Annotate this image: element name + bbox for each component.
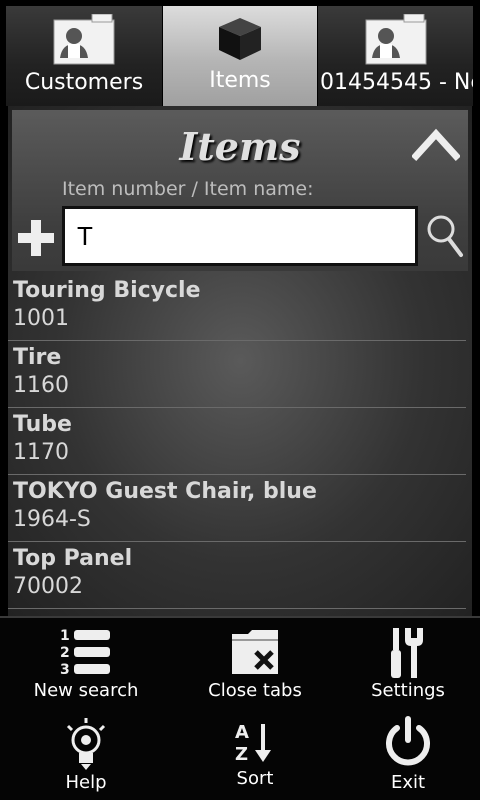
list-item[interactable]: Touring Bicycle 1001 [8, 274, 466, 341]
item-name: TOKYO Guest Chair, blue [13, 479, 317, 504]
list-item[interactable]: Tube 1170 [8, 408, 466, 475]
tab-label: 01454545 - Ne [320, 70, 473, 95]
contact-card-icon [364, 13, 428, 70]
search-icon[interactable] [426, 214, 464, 258]
search-field-label: Item number / Item name: [62, 178, 314, 200]
tab-label: Customers [24, 70, 144, 95]
close-folder-icon [232, 630, 278, 674]
item-number: 1001 [13, 306, 69, 331]
item-number: 1964-S [13, 507, 91, 532]
item-name: Tube [13, 412, 72, 437]
settings-button[interactable]: Settings [328, 618, 480, 708]
chevron-up-icon[interactable] [411, 124, 461, 164]
sort-button[interactable]: A Z Sort [175, 710, 335, 800]
items-panel: Items Item number / Item name: Touring B… [8, 106, 472, 616]
new-search-button[interactable]: 1 2 3 New search [6, 618, 166, 708]
tab-customer-detail[interactable]: 01454545 - Ne [318, 6, 474, 106]
menu-label: Settings [371, 680, 445, 701]
item-number: 70002 [13, 574, 83, 599]
contact-card-icon [52, 13, 116, 70]
tab-label: Items [209, 68, 271, 93]
list-item[interactable]: Tire 1160 [8, 341, 466, 408]
svg-text:3: 3 [60, 662, 70, 678]
svg-text:2: 2 [60, 645, 70, 661]
menu-label: Exit [390, 772, 426, 793]
exit-button[interactable]: Exit [328, 710, 480, 800]
item-number: 1170 [13, 440, 69, 465]
options-menu: 1 2 3 New search Close tabs Settings Hel… [0, 616, 480, 800]
item-name: Tire [13, 345, 62, 370]
tools-icon [391, 628, 423, 678]
page-title: Items [179, 124, 301, 169]
item-list: Touring Bicycle 1001 Tire 1160 Tube 1170… [8, 274, 472, 609]
add-icon[interactable] [18, 220, 54, 256]
sort-az-icon: A Z [235, 722, 271, 764]
item-number: 1160 [13, 373, 69, 398]
box-icon [215, 14, 265, 68]
power-icon [386, 716, 430, 766]
menu-label: Close tabs [208, 680, 302, 701]
menu-label: Help [65, 772, 107, 793]
tab-customers[interactable]: Customers [6, 6, 163, 106]
help-button[interactable]: Help [6, 710, 166, 800]
search-input[interactable] [62, 206, 418, 266]
close-tabs-button[interactable]: Close tabs [175, 618, 335, 708]
search-panel: Items Item number / Item name: [12, 110, 468, 271]
numbered-list-icon: 1 2 3 [60, 628, 110, 678]
item-name: Top Panel [13, 546, 133, 571]
svg-text:1: 1 [60, 628, 70, 644]
tab-items[interactable]: Items [163, 6, 318, 106]
list-item[interactable]: TOKYO Guest Chair, blue 1964-S [8, 475, 466, 542]
item-name: Touring Bicycle [13, 278, 201, 303]
menu-label: Sort [236, 768, 274, 789]
svg-text:Z: Z [235, 744, 248, 764]
menu-label: New search [33, 680, 139, 701]
tab-bar: Customers Items 01454545 - Ne [0, 0, 480, 106]
list-item[interactable]: Top Panel 70002 [8, 542, 466, 609]
svg-text:A: A [235, 722, 249, 743]
lightbulb-icon [66, 718, 106, 770]
